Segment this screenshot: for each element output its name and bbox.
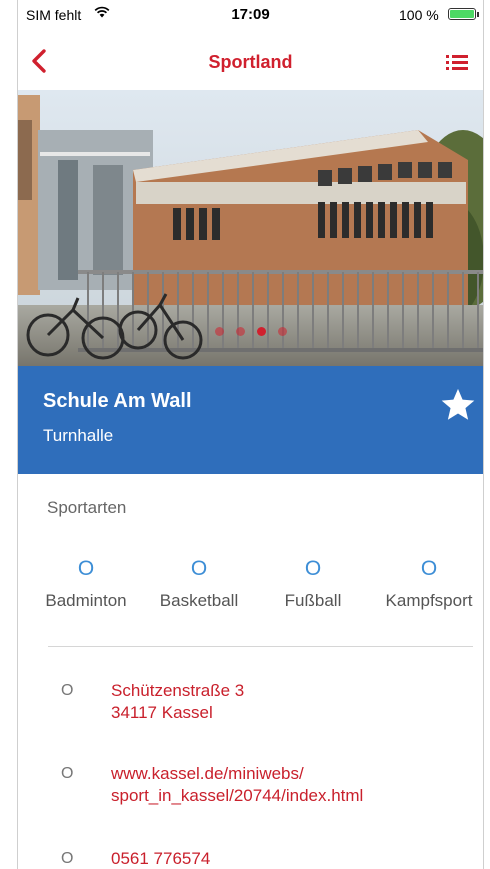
address-link[interactable]: Schützenstraße 3 34117 Kassel: [111, 680, 244, 724]
venue-type: Turnhalle: [43, 426, 114, 445]
app-screen: SIM fehlt 17:09 100 % Sportland Schule A…: [18, 0, 483, 869]
carousel-dot[interactable]: [214, 327, 224, 336]
sports-heading: Sportarten: [47, 498, 127, 517]
carousel-dot[interactable]: [235, 327, 245, 336]
navigation-bar: Sportland: [18, 32, 483, 90]
screen-edge-right: [483, 0, 484, 869]
venue-name: Schule Am Wall: [43, 390, 192, 412]
favorite-button[interactable]: [439, 386, 477, 424]
badminton-icon: O: [77, 557, 95, 580]
section-divider: [48, 646, 473, 647]
sport-item-kampfsport[interactable]: O Kampfsport: [369, 557, 483, 611]
website-link[interactable]: www.kassel.de/miniwebs/ sport_in_kassel/…: [111, 763, 363, 807]
sport-item-fussball[interactable]: O Fußball: [253, 557, 373, 611]
globe-icon: O: [61, 765, 74, 782]
battery-percentage: 100 %: [399, 7, 439, 23]
sport-label: Badminton: [45, 591, 127, 610]
battery-icon: [448, 8, 479, 20]
venue-header: Schule Am Wall Turnhalle: [18, 366, 483, 474]
address-row[interactable]: O Schützenstraße 3 34117 Kassel: [18, 680, 483, 726]
sport-item-badminton[interactable]: O Badminton: [26, 557, 146, 611]
venue-photo: [18, 90, 483, 366]
sport-item-basketball[interactable]: O Basketball: [139, 557, 259, 611]
venue-photo-carousel[interactable]: [18, 90, 483, 366]
menu-button[interactable]: [445, 52, 469, 72]
carousel-dot[interactable]: [277, 327, 287, 336]
basketball-icon: O: [190, 557, 208, 580]
page-title: Sportland: [208, 52, 293, 72]
location-icon: O: [61, 682, 74, 699]
sport-label: Fußball: [284, 591, 342, 610]
status-bar: SIM fehlt 17:09 100 %: [18, 0, 483, 30]
carousel-pagination: [18, 327, 483, 336]
list-icon: [446, 55, 468, 70]
phone-row[interactable]: O 0561 776574: [18, 848, 483, 869]
phone-link[interactable]: 0561 776574: [111, 848, 210, 869]
martial-arts-icon: O: [420, 557, 438, 580]
football-icon: O: [304, 557, 322, 580]
website-row[interactable]: O www.kassel.de/miniwebs/ sport_in_kasse…: [18, 763, 483, 809]
sport-label: Kampfsport: [385, 591, 473, 610]
sport-label: Basketball: [159, 591, 239, 610]
star-icon: [441, 388, 475, 420]
phone-icon: O: [61, 850, 74, 867]
battery-fill: [450, 10, 474, 18]
carousel-dot[interactable]: [256, 327, 266, 336]
